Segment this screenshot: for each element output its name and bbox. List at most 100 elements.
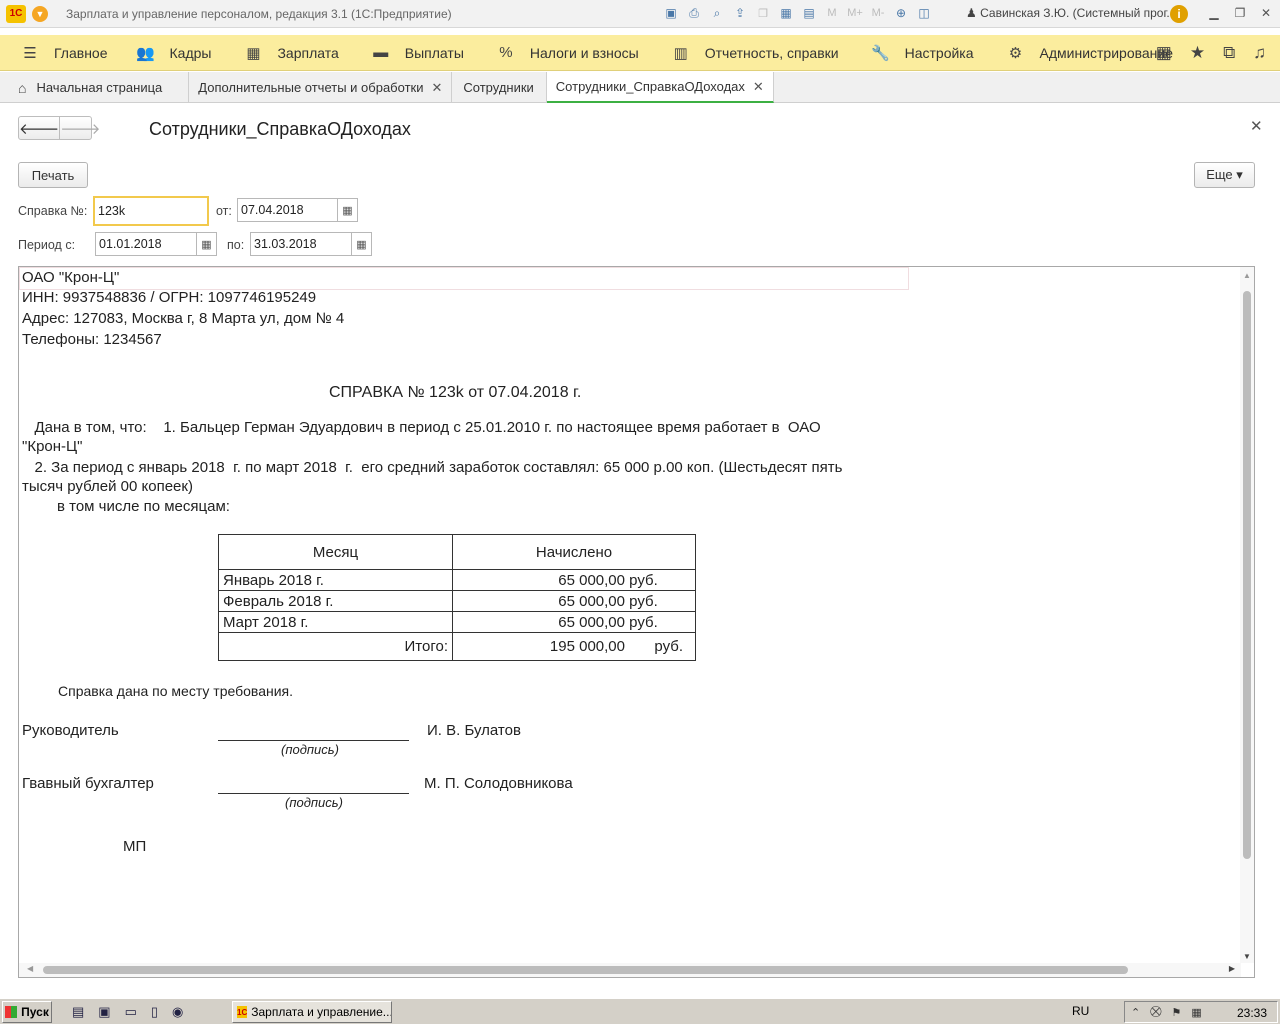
network-icon[interactable]: ⛒ — [1150, 1006, 1161, 1019]
star-icon[interactable]: ★ — [1190, 43, 1205, 63]
print-icon[interactable]: ⎙ — [685, 4, 703, 22]
print-button[interactable]: Печать — [18, 162, 88, 188]
window-controls: ▁ ❐ ✕ — [1206, 4, 1274, 22]
memory-minus-icon[interactable]: M- — [869, 4, 887, 22]
close-icon[interactable]: ✕ — [1258, 4, 1274, 22]
menu-item-staff[interactable]: 👥 Кадры — [136, 35, 211, 71]
horizontal-scroll-thumb[interactable] — [43, 966, 1128, 974]
minimize-icon[interactable]: ▁ — [1206, 4, 1222, 22]
menu-item-admin[interactable]: ⚙ Администрирование — [1006, 35, 1173, 71]
table-icon[interactable]: ▦ — [777, 4, 795, 22]
accountant-role: Гвавный бухгалтер — [22, 775, 154, 792]
org-phones: Телефоны: 1234567 — [22, 331, 162, 348]
current-user[interactable]: ♟ Савинская З.Ю. (Системный прог... — [966, 6, 1176, 20]
home-icon: ⌂ — [18, 79, 27, 96]
horizontal-scrollbar[interactable]: ◀ ▶ — [19, 963, 1241, 977]
cert-date-input[interactable]: 07.04.2018 ▦ — [237, 198, 358, 222]
menu-item-reports[interactable]: ▥ Отчетность, справки — [671, 35, 839, 71]
start-button[interactable]: Пуск — [2, 1000, 52, 1023]
head-name: И. В. Булатов — [427, 722, 521, 739]
explorer-icon[interactable]: ▣ — [98, 1004, 110, 1020]
folder-icon[interactable]: ▭ — [125, 1004, 137, 1020]
notepad-icon[interactable]: ▯ — [151, 1004, 158, 1020]
language-indicator[interactable]: RU — [1072, 1004, 1089, 1018]
calendar-icon[interactable]: ▦ — [196, 233, 216, 255]
calendar-icon[interactable]: ▤ — [800, 4, 818, 22]
copy-icon[interactable]: ❐ — [754, 4, 772, 22]
history-icon[interactable]: ⧉ — [1223, 43, 1235, 63]
flag-icon[interactable]: ⚑ — [1171, 1006, 1181, 1019]
forward-arrow-icon[interactable]: 🡒 — [59, 117, 100, 139]
menu-item-main[interactable]: ☰ Главное — [20, 35, 107, 71]
app-1c-quicklaunch-icon[interactable]: ◉ — [172, 1004, 183, 1020]
calendar-icon[interactable]: ▦ — [337, 199, 357, 221]
report-icon: ▥ — [673, 44, 688, 62]
accountant-signature-line — [218, 793, 409, 794]
panels-icon[interactable]: ◫ — [915, 4, 933, 22]
scroll-left-icon[interactable]: ◀ — [27, 964, 33, 973]
app-menu-dropdown-icon[interactable]: ▼ — [32, 5, 48, 22]
cert-number-input[interactable]: 123k — [94, 197, 208, 225]
wrench-icon: 🔧 — [871, 44, 890, 62]
tray-expand-icon[interactable]: ⌃ — [1131, 1006, 1140, 1019]
window-title: Зарплата и управление персоналом, редакц… — [66, 6, 452, 21]
form-close-icon[interactable]: ✕ — [1250, 117, 1263, 135]
title-toolbar: ▣ ⎙ ⌕ ⇪ ❐ ▦ ▤ M M+ M- ⊕ ◫ — [662, 4, 933, 22]
zoom-icon[interactable]: ⊕ — [892, 4, 910, 22]
main-menu: ☰ Главное 👥 Кадры ▦ Зарплата ▬ Выплаты %… — [0, 35, 1280, 71]
certificate-heading: СПРАВКА № 123k от 07.04.2018 г. — [329, 384, 582, 401]
table-row: Февраль 2018 г. 65 000,00 руб. — [218, 590, 696, 612]
app-logo-icon[interactable]: 1С — [6, 4, 26, 23]
menu-item-salary[interactable]: ▦ Зарплата — [243, 35, 338, 71]
tab-home[interactable]: ⌂ Начальная страница — [0, 72, 190, 103]
tab-income-certificate[interactable]: Сотрудники_СправкаОДоходах ✕ — [546, 72, 774, 103]
preview-icon[interactable]: ⌕ — [708, 4, 726, 22]
paragraph-1-line-1: Дана в том, что: 1. Бальцер Герман Эдуар… — [22, 419, 821, 436]
head-signature-line — [218, 740, 409, 741]
memory-m-icon[interactable]: M — [823, 4, 841, 22]
computer-icon[interactable]: ▤ — [72, 1004, 84, 1020]
percent-icon: % — [499, 44, 513, 61]
close-tab-icon[interactable]: ✕ — [431, 80, 442, 96]
memory-plus-icon[interactable]: M+ — [846, 4, 864, 22]
period-start-input[interactable]: 01.01.2018 ▦ — [95, 232, 217, 256]
menu-item-settings[interactable]: 🔧 Настройка — [871, 35, 973, 71]
restore-icon[interactable]: ❐ — [1232, 4, 1248, 22]
back-arrow-icon[interactable]: 🡐 — [19, 117, 59, 139]
period-end-input[interactable]: 31.03.2018 ▦ — [250, 232, 372, 256]
wallet-icon: ▬ — [373, 44, 389, 61]
info-icon[interactable]: i — [1170, 5, 1188, 23]
save-icon[interactable]: ▣ — [662, 4, 680, 22]
paragraph-3: в том числе по месяцам: — [57, 498, 230, 515]
month-cell: Март 2018 г. — [218, 611, 453, 633]
calculator-icon: ▦ — [246, 44, 261, 62]
upload-icon[interactable]: ⇪ — [731, 4, 749, 22]
period-start-label: Период с: — [18, 238, 76, 252]
title-bar: 1С ▼ Зарплата и управление персоналом, р… — [0, 0, 1280, 28]
spreadsheet-document[interactable]: ОАО "Крон-Ц" ИНН: 9937548836 / ОГРН: 109… — [18, 266, 1255, 978]
scroll-right-icon[interactable]: ▶ — [1229, 964, 1235, 973]
open-tabs: ⌂ Начальная страница Дополнительные отче… — [0, 72, 1280, 103]
cert-number-label: Справка №: — [18, 204, 88, 218]
calendar-icon[interactable]: ▦ — [351, 233, 371, 255]
menu-item-taxes[interactable]: % Налоги и взносы — [496, 35, 639, 71]
paragraph-2-line-1: 2. За период с январь 2018 г. по март 20… — [22, 459, 843, 476]
more-button[interactable]: Еще ▾ — [1194, 162, 1255, 188]
table-header-row: Месяц Начислено — [218, 534, 696, 570]
tab-additional-reports[interactable]: Дополнительные отчеты и обработки ✕ — [189, 72, 453, 103]
tab-employees[interactable]: Сотрудники — [452, 72, 547, 103]
scroll-down-icon[interactable]: ▼ — [1243, 952, 1251, 961]
menu-item-payments[interactable]: ▬ Выплаты — [371, 35, 464, 71]
apps-grid-icon[interactable]: ▦ — [1156, 43, 1172, 63]
close-tab-icon[interactable]: ✕ — [753, 79, 764, 95]
vertical-scrollbar[interactable]: ▲ ▼ — [1240, 267, 1254, 963]
taskbar-app-button[interactable]: 1С Зарплата и управление... — [232, 1001, 392, 1023]
navigation-buttons: 🡐 🡒 — [18, 116, 100, 140]
scroll-up-icon[interactable]: ▲ — [1243, 271, 1251, 280]
tray-app-icon[interactable]: ▦ — [1191, 1006, 1201, 1019]
gear-icon: ⚙ — [1008, 44, 1023, 62]
vertical-scroll-thumb[interactable] — [1243, 291, 1251, 859]
amount-cell: 65 000,00 руб. — [452, 611, 696, 633]
seal-mark: МП — [123, 838, 147, 855]
bell-icon[interactable]: ♫ — [1253, 43, 1266, 63]
